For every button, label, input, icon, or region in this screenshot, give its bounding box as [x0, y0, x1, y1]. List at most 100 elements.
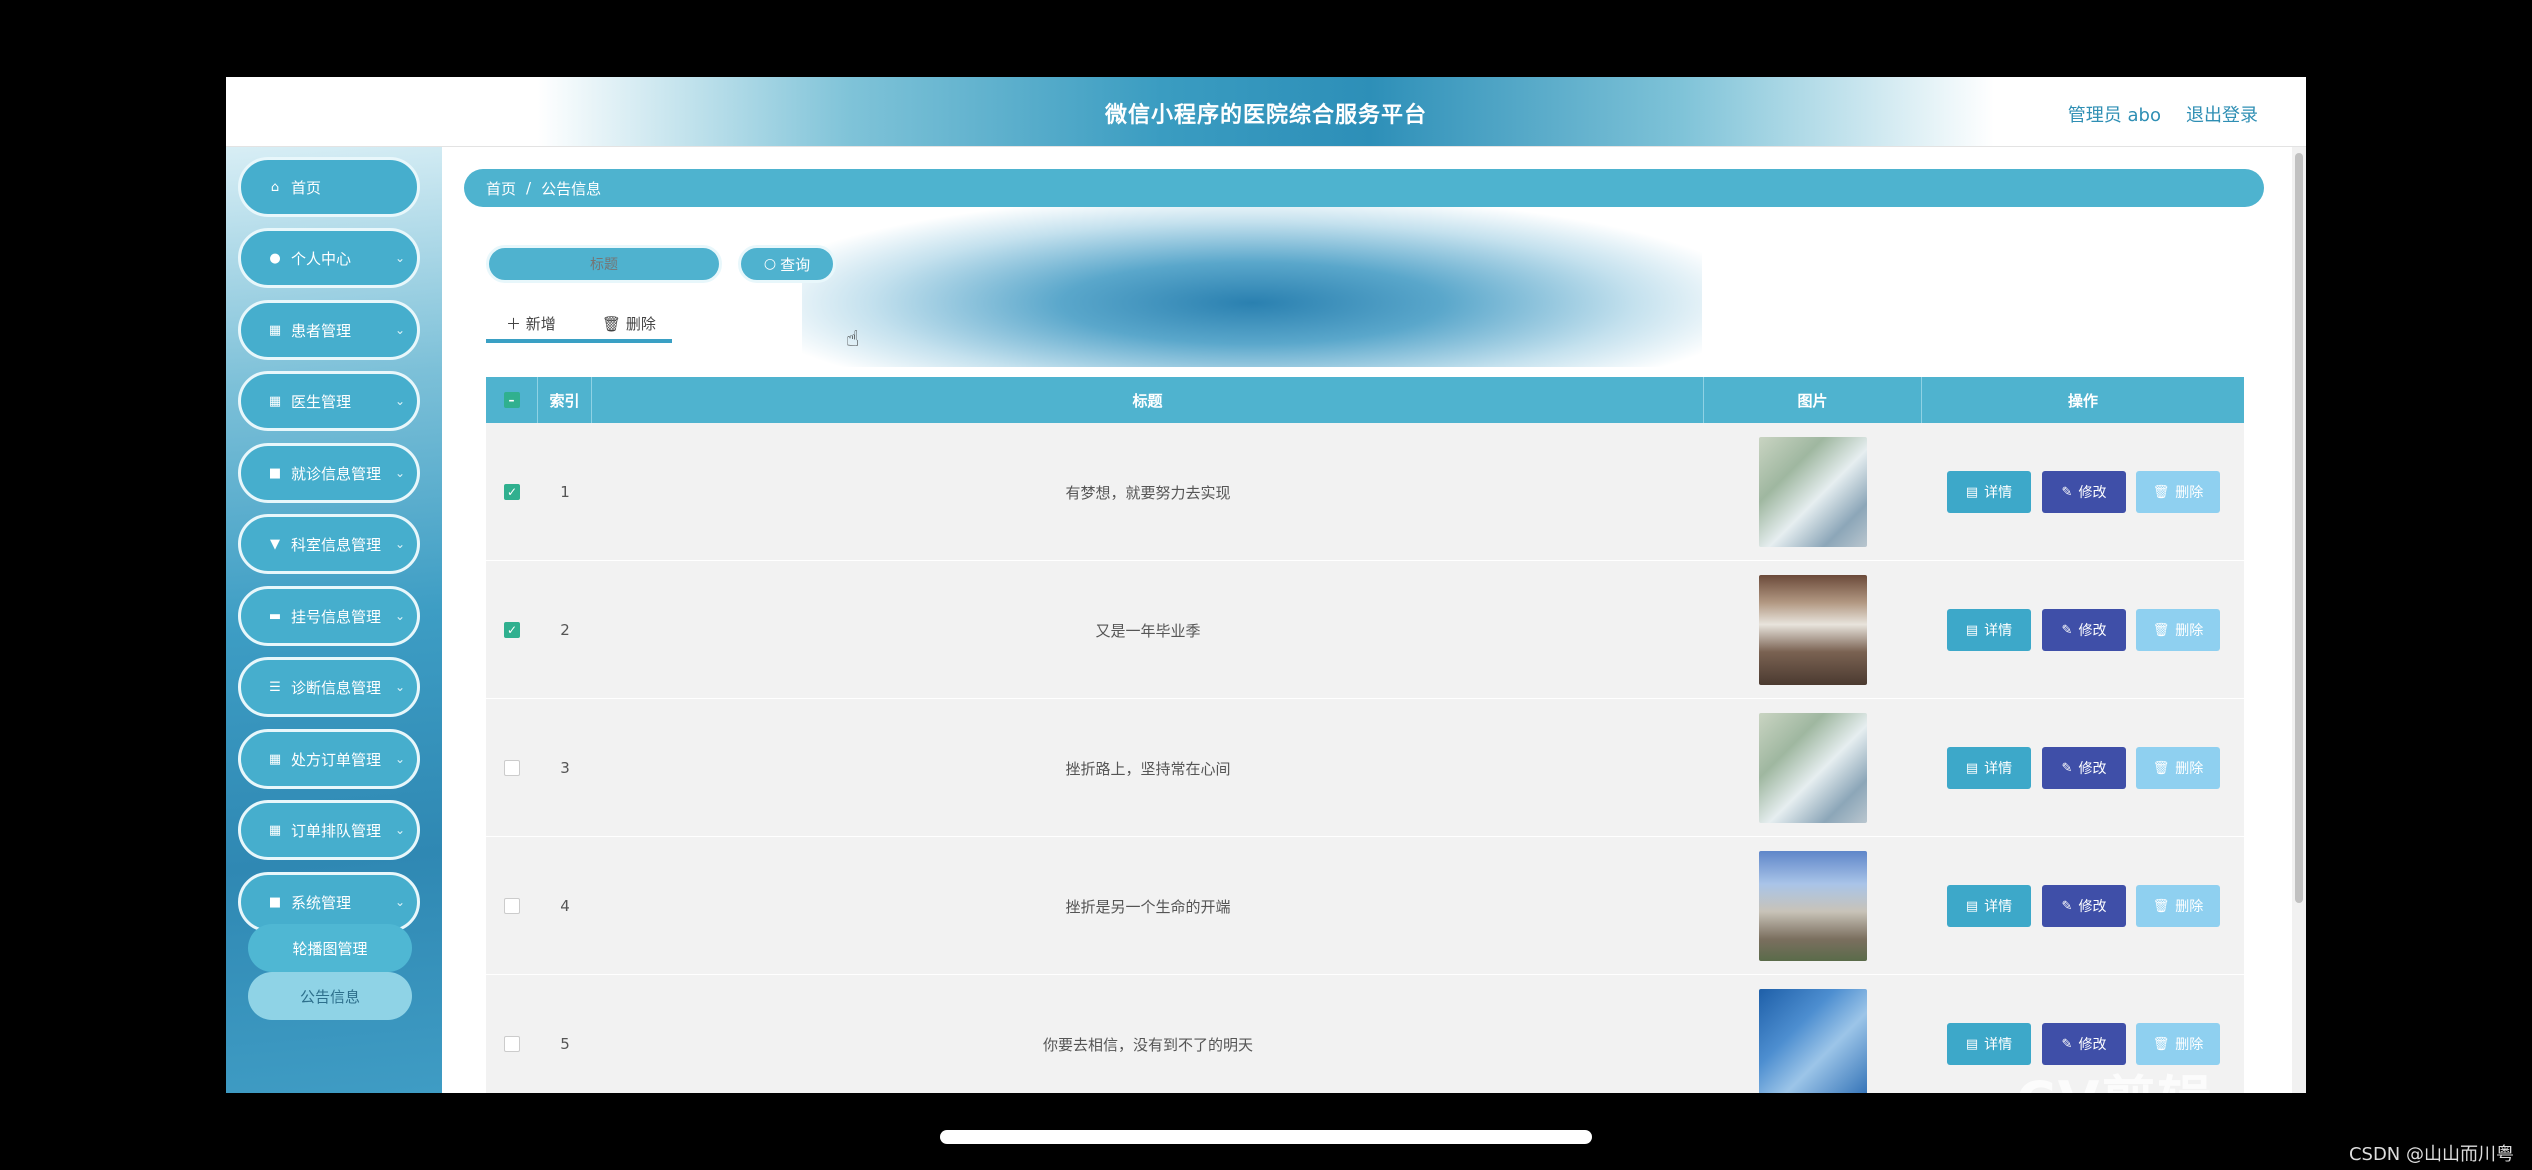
document-icon: ▤ [1965, 898, 1979, 914]
sidebar-item-label: 处方订单管理 [291, 750, 382, 769]
trash-icon: 🗑 [2152, 484, 2170, 500]
header-actions: 操作 [2067, 391, 2098, 410]
table-row: 4 挫折是另一个生命的开端 ▤ 详情 ✎ 修改 🗑 删除 [486, 837, 2244, 975]
sidebar-item-queue[interactable]: ▦ 订单排队管理 ⌄ [238, 800, 420, 860]
header: 微信小程序的医院综合服务平台 管理员 abo 退出登录 [226, 77, 2306, 147]
pencil-icon: ✎ [2061, 760, 2073, 776]
chevron-down-icon: ⌄ [394, 609, 405, 623]
sidebar-item-prescriptions[interactable]: ▦ 处方订单管理 ⌄ [238, 729, 420, 789]
row-thumbnail [1759, 437, 1867, 547]
bulk-delete-button[interactable]: 🗑 删除 [602, 313, 656, 334]
breadcrumb-home[interactable]: 首页 [486, 178, 516, 199]
sidebar-item-label: 科室信息管理 [291, 535, 382, 554]
detail-label: 详情 [1984, 761, 2013, 777]
add-button[interactable]: ＋ 新增 [506, 313, 556, 334]
delete-button[interactable]: 🗑 删除 [2136, 609, 2220, 651]
sidebar-item-label: 诊断信息管理 [291, 678, 382, 697]
monitor-icon: ▬ [268, 608, 282, 624]
detail-button[interactable]: ▤ 详情 [1947, 747, 2031, 789]
submenu-announcements[interactable]: 公告信息 [248, 972, 412, 1020]
row-thumbnail [1759, 989, 1867, 1093]
delete-label: 删除 [2175, 899, 2204, 915]
mouse-cursor-icon: ☝ [846, 327, 860, 352]
delete-label: 删除 [2175, 623, 2204, 639]
user-icon: ● [269, 250, 281, 266]
source-credit: CSDN @山山而川粤 [2348, 1144, 2514, 1165]
phone-home-indicator [940, 1130, 1592, 1144]
detail-button[interactable]: ▤ 详情 [1947, 885, 2031, 927]
header-index: 索引 [538, 377, 592, 423]
row-checkbox[interactable] [504, 760, 520, 776]
detail-button[interactable]: ▤ 详情 [1947, 609, 2031, 651]
sidebar-item-personal[interactable]: ● 个人中心 ⌄ [238, 228, 420, 288]
select-all-checkbox[interactable]: – [503, 392, 520, 408]
app-window: 微信小程序的医院综合服务平台 管理员 abo 退出登录 ⌂ 首页 ● 个人中心 ⌄ ▦… [226, 77, 2306, 1093]
sidebar-item-home[interactable]: ⌂ 首页 [238, 157, 420, 217]
row-title: 有梦想，就要努力去实现 [1065, 483, 1231, 502]
sidebar-item-departments[interactable]: ▼ 科室信息管理 ⌄ [238, 514, 420, 574]
plus-icon: ＋ [506, 315, 526, 333]
row-index: 2 [560, 621, 570, 639]
row-index: 4 [560, 897, 570, 915]
app-title: 微信小程序的医院综合服务平台 [1104, 103, 1427, 128]
edit-button[interactable]: ✎ 修改 [2042, 885, 2126, 927]
vertical-scrollbar[interactable] [2292, 147, 2306, 1093]
sidebar-item-patients[interactable]: ▦ 患者管理 ⌄ [238, 300, 420, 360]
search-title-input[interactable] [486, 245, 722, 283]
trash-icon: 🗑 [2152, 760, 2170, 776]
sidebar-item-label: 订单排队管理 [291, 821, 382, 840]
trash-icon: 🗑 [2152, 1036, 2170, 1052]
table-row: ✓ 2 又是一年毕业季 ▤ 详情 ✎ 修改 🗑 删除 [486, 561, 2244, 699]
breadcrumb-separator: / [526, 179, 532, 197]
row-checkbox[interactable] [504, 898, 520, 914]
scrollbar-thumb[interactable] [2295, 153, 2303, 903]
sidebar-item-registration[interactable]: ▬ 挂号信息管理 ⌄ [238, 586, 420, 646]
edit-button[interactable]: ✎ 修改 [2042, 471, 2126, 513]
search-button[interactable]: ○ 查询 [738, 245, 836, 283]
sidebar-item-label: 挂号信息管理 [291, 607, 382, 626]
sidebar-item-visits[interactable]: ■ 就诊信息管理 ⌄ [238, 443, 420, 503]
delete-button[interactable]: 🗑 删除 [2136, 885, 2220, 927]
delete-button[interactable]: 🗑 删除 [2136, 471, 2220, 513]
edit-label: 修改 [2078, 485, 2107, 501]
briefcase-icon: ■ [268, 465, 282, 481]
delete-button[interactable]: 🗑 删除 [2136, 747, 2220, 789]
row-title: 挫折路上，坚持常在心间 [1065, 759, 1231, 778]
sidebar-item-system[interactable]: ■ 系统管理 ⌄ [238, 872, 420, 932]
row-checkbox[interactable]: ✓ [504, 484, 520, 500]
table-header: – 索引 标题 图片 操作 [486, 377, 2244, 423]
sidebar-item-diagnosis[interactable]: ☰ 诊断信息管理 ⌄ [238, 657, 420, 717]
edit-button[interactable]: ✎ 修改 [2042, 609, 2126, 651]
chevron-down-icon: ⌄ [394, 680, 405, 694]
edit-button[interactable]: ✎ 修改 [2042, 747, 2126, 789]
sidebar-item-label: 患者管理 [291, 321, 352, 340]
breadcrumb: 首页 / 公告信息 [464, 169, 2264, 207]
video-watermark: CV剪辑 [2016, 1057, 2213, 1093]
sidebar: ⌂ 首页 ● 个人中心 ⌄ ▦ 患者管理 ⌄ ▦ 医生管理 ⌄ ■ 就诊信息管理 ⌄ ▼ 科室信息管… [226, 147, 442, 1093]
submenu-carousel[interactable]: 轮播图管理 [248, 924, 412, 972]
row-checkbox[interactable]: ✓ [504, 622, 520, 638]
delete-label: 删除 [2175, 1037, 2204, 1053]
row-title: 又是一年毕业季 [1095, 621, 1201, 640]
sidebar-item-doctors[interactable]: ▦ 医生管理 ⌄ [238, 371, 420, 431]
grid-icon: ▦ [268, 322, 282, 338]
sidebar-item-label: 就诊信息管理 [291, 464, 382, 483]
logout-link[interactable]: 退出登录 [2186, 101, 2258, 127]
document-icon: ▤ [1965, 484, 1979, 500]
trash-icon: 🗑 [602, 315, 626, 333]
delete-label: 删除 [2175, 485, 2204, 501]
main-content: 首页 / 公告信息 ○查询 ＋ 新增 🗑 删除 ☝ – 索引 标题 图片 操作 … [442, 147, 2306, 1093]
detail-button[interactable]: ▤ 详情 [1947, 471, 2031, 513]
chevron-down-icon: ⌄ [394, 895, 405, 909]
row-checkbox[interactable] [504, 1036, 520, 1052]
trophy-icon: ▼ [270, 536, 280, 552]
header-select-all[interactable]: – [486, 377, 538, 423]
edit-label: 修改 [2078, 899, 2107, 915]
toolbar: ＋ 新增 🗑 删除 [486, 307, 672, 343]
sliders-icon: ☰ [269, 679, 281, 695]
sidebar-item-label: 医生管理 [291, 392, 352, 411]
home-icon: ⌂ [270, 179, 280, 195]
detail-label: 详情 [1984, 623, 2013, 639]
search-button-label: 查询 [780, 255, 811, 274]
edit-label: 修改 [2078, 1037, 2107, 1053]
